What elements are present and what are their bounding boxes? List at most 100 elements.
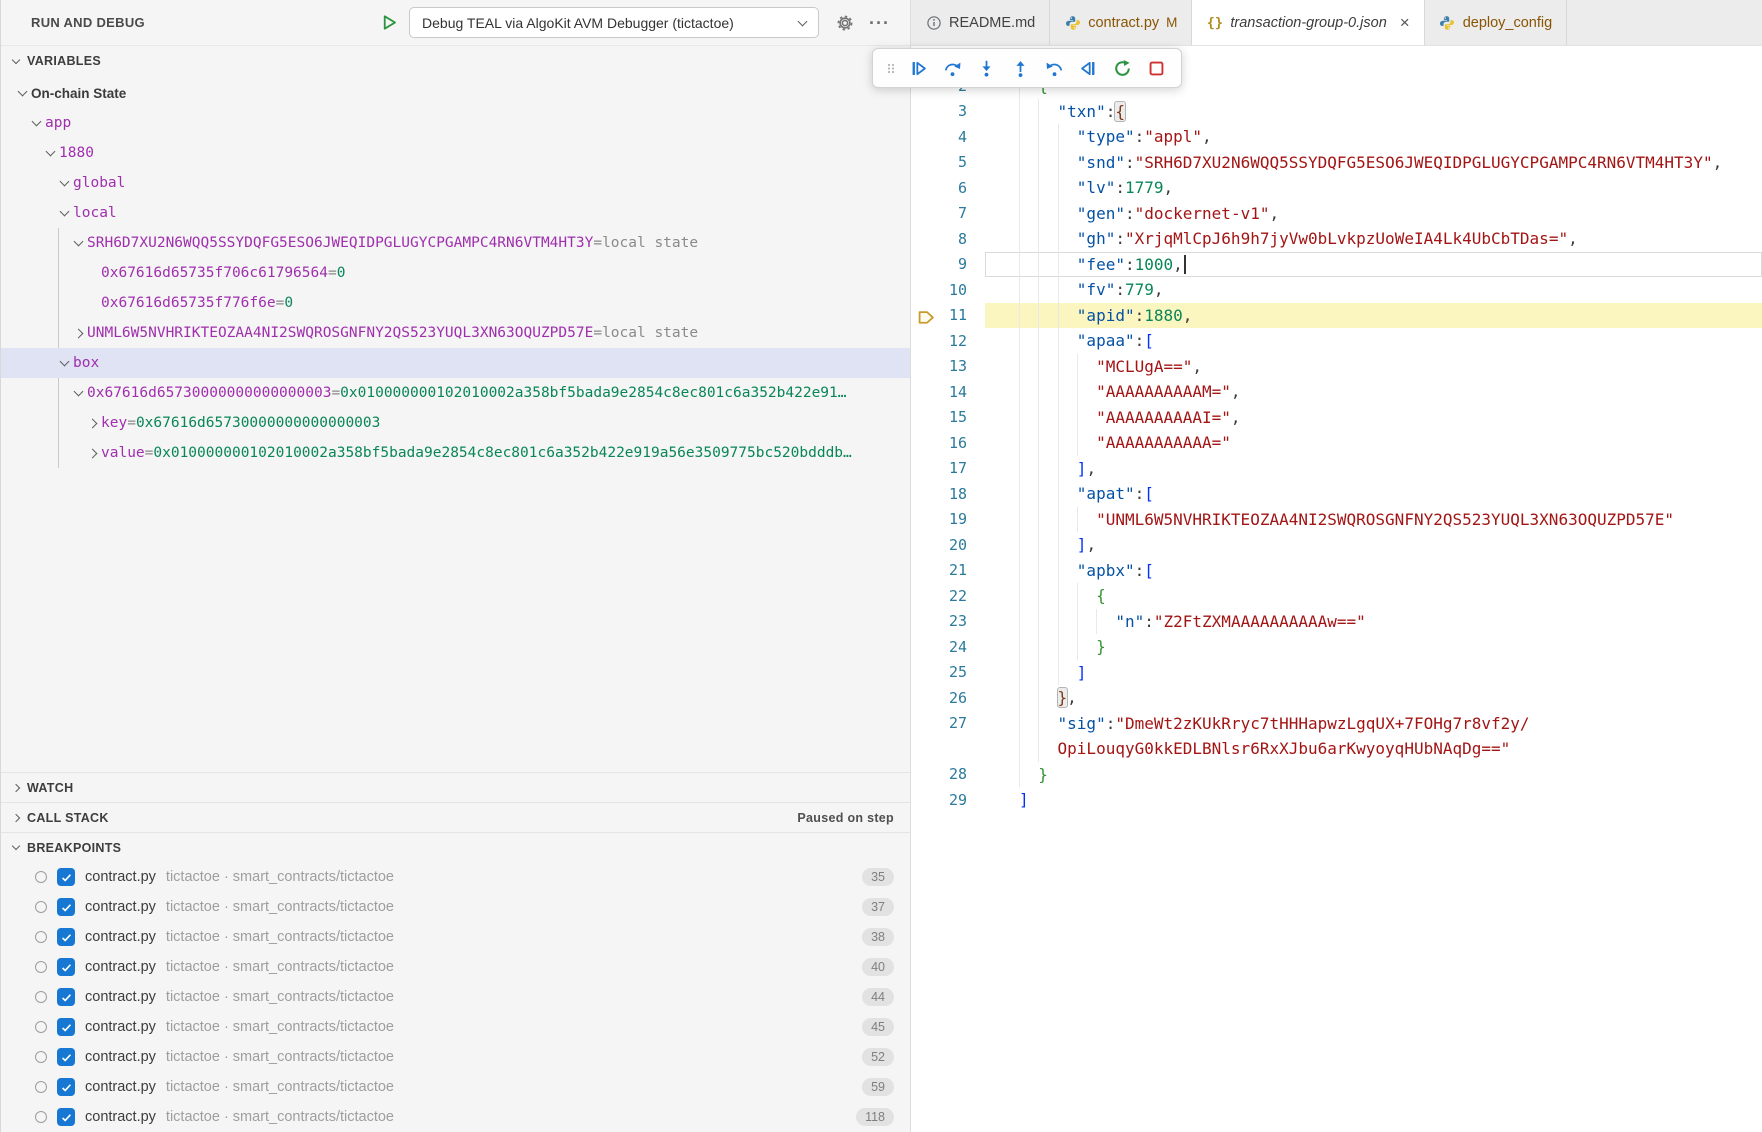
code-line-content[interactable]: ], — [985, 456, 1762, 482]
chevron-down-icon[interactable] — [69, 241, 87, 245]
code-line-content[interactable]: "gh": "XrjqMlCpJ6h9h7jyVw0bLvkpzUoWeIA4L… — [985, 226, 1762, 252]
debug-config-dropdown[interactable]: Debug TEAL via AlgoKit AVM Debugger (tic… — [409, 7, 819, 38]
code-line-content[interactable]: "gen": "dockernet-v1", — [985, 201, 1762, 227]
chevron-right-icon[interactable] — [83, 450, 101, 457]
gutter[interactable]: 4 — [911, 128, 985, 146]
stop-button[interactable] — [1141, 53, 1171, 83]
code-line-content[interactable]: "fee": 1000, — [985, 252, 1762, 278]
gutter[interactable]: 14 — [911, 383, 985, 401]
code-line-content[interactable]: "apat": [ — [985, 481, 1762, 507]
chevron-right-icon[interactable] — [69, 330, 87, 337]
step-over-button[interactable] — [937, 53, 967, 83]
variable-row[interactable]: app — [1, 108, 910, 138]
code-line-content[interactable]: { — [985, 583, 1762, 609]
gutter[interactable]: 20 — [911, 536, 985, 554]
chevron-down-icon[interactable] — [55, 181, 73, 185]
step-out-button[interactable] — [1005, 53, 1035, 83]
breakpoint-row[interactable]: contract.pytictactoe · smart_contracts/t… — [1, 892, 910, 922]
code-line-content[interactable]: "fv": 779, — [985, 277, 1762, 303]
gutter[interactable]: 11 — [911, 306, 985, 324]
code-line[interactable]: 22{ — [911, 583, 1762, 609]
code-line[interactable]: 27"sig": "DmeWt2zKUkRryc7tHHHapwzLgqUX+7… — [911, 711, 1762, 737]
step-back-button[interactable] — [1039, 53, 1069, 83]
breakpoint-checkbox[interactable] — [57, 958, 75, 976]
variable-row[interactable]: 0x67616d65735f706c61796564 = 0 — [1, 258, 910, 288]
code-line-content[interactable]: } — [985, 762, 1762, 788]
continue-button[interactable] — [903, 53, 933, 83]
breakpoint-row[interactable]: contract.pytictactoe · smart_contracts/t… — [1, 982, 910, 1012]
code-line[interactable]: 25] — [911, 660, 1762, 686]
breakpoint-checkbox[interactable] — [57, 898, 75, 916]
variable-row[interactable]: UNML6W5NVHRIKTEOZAA4NI2SWQROSGNFNY2QS523… — [1, 318, 910, 348]
code-line[interactable]: 4"type": "appl", — [911, 124, 1762, 150]
chevron-down-icon[interactable] — [55, 211, 73, 215]
code-line-content[interactable]: "type": "appl", — [985, 124, 1762, 150]
code-line[interactable]: 7"gen": "dockernet-v1", — [911, 201, 1762, 227]
code-line-content[interactable]: } — [985, 634, 1762, 660]
gutter[interactable]: 23 — [911, 612, 985, 630]
gutter[interactable]: 15 — [911, 408, 985, 426]
code-line-content[interactable]: "sig": "DmeWt2zKUkRryc7tHHHapwzLgqUX+7FO… — [985, 711, 1762, 737]
code-line[interactable]: 26}, — [911, 685, 1762, 711]
gutter[interactable]: 9 — [911, 255, 985, 273]
gutter[interactable]: 26 — [911, 689, 985, 707]
code-line-content[interactable]: "apbx": [ — [985, 558, 1762, 584]
gutter[interactable]: 6 — [911, 179, 985, 197]
variable-row[interactable]: 0x67616d65735f776f6e = 0 — [1, 288, 910, 318]
breakpoint-row[interactable]: contract.pytictactoe · smart_contracts/t… — [1, 1012, 910, 1042]
gutter[interactable]: 21 — [911, 561, 985, 579]
code-line[interactable]: 12"apaa": [ — [911, 328, 1762, 354]
code-line-content[interactable]: "apid": 1880, — [985, 303, 1762, 329]
variable-row[interactable]: box — [1, 348, 910, 378]
gutter[interactable]: 22 — [911, 587, 985, 605]
restart-button[interactable] — [1107, 53, 1137, 83]
variable-row[interactable]: value = 0x010000000102010002a358bf5bada9… — [1, 438, 910, 468]
chevron-down-icon[interactable] — [27, 121, 45, 125]
breakpoints-section-header[interactable]: BREAKPOINTS — [1, 832, 910, 862]
gutter[interactable]: 28 — [911, 765, 985, 783]
gutter[interactable]: 24 — [911, 638, 985, 656]
code-line-content[interactable]: "apaa": [ — [985, 328, 1762, 354]
callstack-section-header[interactable]: CALL STACK Paused on step — [1, 802, 910, 832]
code-line[interactable]: 10"fv": 779, — [911, 277, 1762, 303]
code-editor[interactable]: 2{3"txn": {4"type": "appl",5"snd": "SRH6… — [911, 46, 1762, 1132]
gear-icon[interactable] — [835, 13, 855, 33]
code-line-content[interactable]: "txn": { — [985, 99, 1762, 125]
variable-row[interactable]: global — [1, 168, 910, 198]
code-line[interactable]: 18"apat": [ — [911, 481, 1762, 507]
code-line[interactable]: OpiLouqyG0kkEDLBNlsr6RxXJbu6arKwyoyqHUbN… — [911, 736, 1762, 762]
gutter[interactable]: 5 — [911, 153, 985, 171]
more-actions-icon[interactable]: ··· — [869, 18, 890, 28]
code-line[interactable]: 14"AAAAAAAAAAM=", — [911, 379, 1762, 405]
code-line-content[interactable]: "AAAAAAAAAAI=", — [985, 405, 1762, 431]
breakpoint-row[interactable]: contract.pytictactoe · smart_contracts/t… — [1, 952, 910, 982]
breakpoint-row[interactable]: contract.pytictactoe · smart_contracts/t… — [1, 1072, 910, 1102]
tab-contract-py[interactable]: contract.pyM — [1050, 0, 1192, 45]
breakpoint-checkbox[interactable] — [57, 1108, 75, 1126]
gutter[interactable]: 25 — [911, 663, 985, 681]
gutter[interactable]: 12 — [911, 332, 985, 350]
code-line-content[interactable]: "n": "Z2FtZXMAAAAAAAAAAw==" — [985, 609, 1762, 635]
tab-deploy-config[interactable]: deploy_config — [1425, 0, 1568, 45]
chevron-down-icon[interactable] — [13, 91, 31, 95]
gutter[interactable]: 27 — [911, 714, 985, 732]
code-line-content[interactable]: ], — [985, 532, 1762, 558]
code-line-content[interactable]: ] — [985, 660, 1762, 686]
code-line-content[interactable]: OpiLouqyG0kkEDLBNlsr6RxXJbu6arKwyoyqHUbN… — [985, 736, 1762, 762]
watch-section-header[interactable]: WATCH — [1, 772, 910, 802]
close-icon[interactable]: × — [1400, 16, 1410, 30]
drag-handle[interactable] — [883, 53, 899, 83]
code-line[interactable]: 3"txn": { — [911, 99, 1762, 125]
code-line-content[interactable]: "lv": 1779, — [985, 175, 1762, 201]
breakpoint-checkbox[interactable] — [57, 928, 75, 946]
code-line[interactable]: 13"MCLUgA==", — [911, 354, 1762, 380]
code-line-content[interactable]: }, — [985, 685, 1762, 711]
variable-row[interactable]: SRH6D7XU2N6WQQ5SSYDQFG5ESO6JWEQIDPGLUGYC… — [1, 228, 910, 258]
code-line[interactable]: 11"apid": 1880, — [911, 303, 1762, 329]
tab-readme-md[interactable]: README.md — [911, 0, 1050, 45]
code-line[interactable]: 8"gh": "XrjqMlCpJ6h9h7jyVw0bLvkpzUoWeIA4… — [911, 226, 1762, 252]
breakpoint-checkbox[interactable] — [57, 988, 75, 1006]
code-line[interactable]: 24} — [911, 634, 1762, 660]
chevron-down-icon[interactable] — [69, 391, 87, 395]
code-line[interactable]: 17], — [911, 456, 1762, 482]
